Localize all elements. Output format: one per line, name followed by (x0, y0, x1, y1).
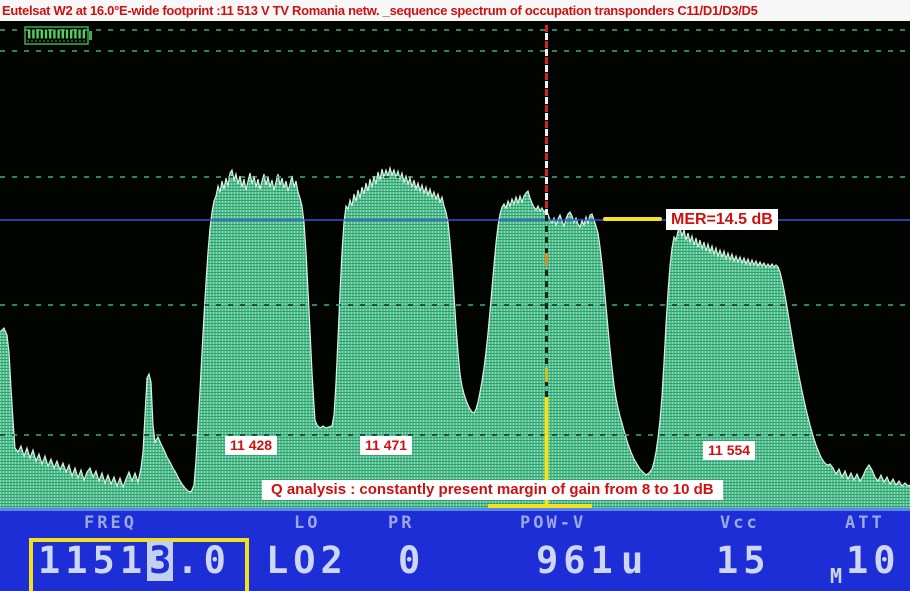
spectrum-analyzer-screen: Eutelsat W2 at 16.0°E-wide footprint :11… (0, 0, 910, 591)
pr-header: PR (388, 513, 414, 533)
title-text: Eutelsat W2 at 16.0°E-wide footprint :11… (0, 3, 758, 18)
pow-v-unit: u (621, 541, 648, 581)
att-mode-prefix: M (830, 556, 842, 591)
pow-v-value: 961 (536, 541, 618, 581)
att-header: ATT (845, 513, 885, 533)
battery-indicator (25, 27, 92, 44)
title-bar: Eutelsat W2 at 16.0°E-wide footprint :11… (0, 0, 910, 21)
frequency-digits: 1151 (38, 541, 147, 581)
spectrum-display: 11 428 11 471 11 554 MER=14.5 dB Q analy… (0, 21, 910, 508)
pr-value: 0 (398, 541, 425, 581)
vcc-value: 15 (716, 541, 771, 581)
frequency-cursor-digit: 3 (147, 541, 173, 581)
lo-value: LO2 (266, 541, 348, 581)
pow-v-header: POW-V (520, 513, 586, 533)
q-analysis-label: Q analysis : constantly present margin o… (262, 480, 723, 500)
frequency-value-field[interactable]: 11513.0 (38, 541, 231, 581)
transponder-label-11471: 11 471 (360, 436, 412, 455)
mer-measurement-label: MER=14.5 dB (666, 209, 778, 230)
transponder-label-11554: 11 554 (703, 441, 755, 460)
transponder-label-11428: 11 428 (225, 436, 277, 455)
spectrum-plot (0, 21, 910, 508)
lo-header: LO (294, 513, 320, 533)
freq-header: FREQ (84, 513, 137, 533)
att-value: 10 (846, 541, 901, 581)
frequency-decimal: .0 (176, 541, 231, 581)
vcc-header: Vcc (720, 513, 760, 533)
status-bar: FREQ LO PR POW-V Vcc ATT 11513.0 LO2 0 9… (0, 508, 910, 591)
